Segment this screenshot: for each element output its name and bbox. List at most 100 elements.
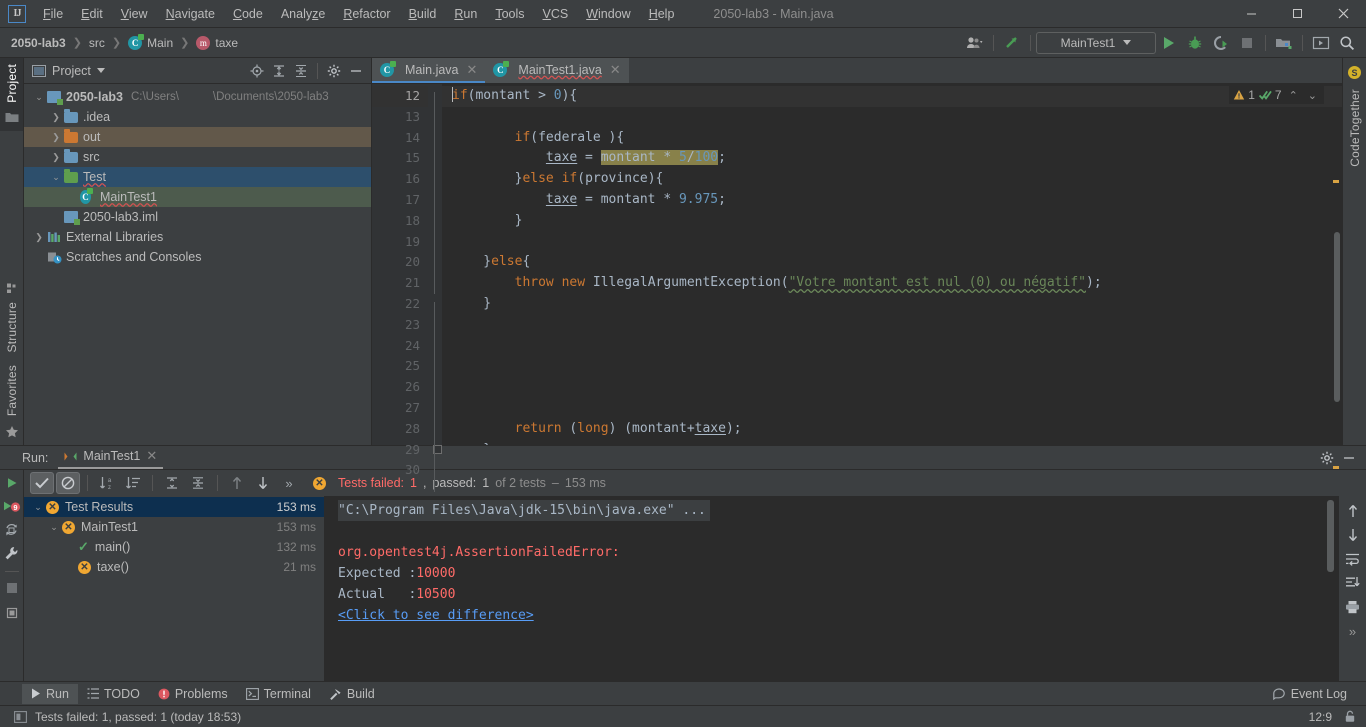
gutter-line-21[interactable]: 21 bbox=[372, 273, 428, 294]
gutter-line-15[interactable]: 15 bbox=[372, 148, 428, 169]
search-everywhere-icon[interactable] bbox=[1334, 31, 1360, 55]
bottom-tab-terminal[interactable]: Terminal bbox=[237, 684, 320, 704]
print-icon[interactable] bbox=[1345, 600, 1360, 614]
bottom-tab-build[interactable]: Build bbox=[320, 684, 384, 704]
scroll-down-icon[interactable] bbox=[1346, 528, 1360, 542]
close-icon[interactable]: ✕ bbox=[467, 62, 478, 78]
editor-tab-maintest1-java[interactable]: C MainTest1.java ✕ bbox=[485, 58, 629, 83]
code-line-18[interactable]: } bbox=[442, 211, 1342, 232]
gutter-line-26[interactable]: 26 bbox=[372, 377, 428, 398]
select-run-target-icon[interactable] bbox=[1308, 31, 1334, 55]
menu-view[interactable]: View bbox=[112, 3, 157, 25]
code-line-16[interactable]: }else if(province){ bbox=[442, 169, 1342, 190]
code-line-14[interactable]: if(federale ){ bbox=[442, 128, 1342, 149]
test-tree-item-test-results[interactable]: ⌄ ✕ Test Results 153 ms bbox=[24, 497, 324, 517]
locate-icon[interactable] bbox=[246, 60, 268, 82]
code-content[interactable]: if(montant > 0){ if(federale ){ taxe = m… bbox=[442, 84, 1342, 445]
code-line-22[interactable]: } bbox=[442, 294, 1342, 315]
vcs-update-icon[interactable] bbox=[999, 31, 1025, 55]
code-line-12[interactable]: if(montant > 0){ bbox=[442, 86, 1342, 107]
gutter-line-18[interactable]: 18 bbox=[372, 211, 442, 232]
menu-code[interactable]: Code bbox=[224, 3, 272, 25]
run-tab-maintest1[interactable]: MainTest1 ✕ bbox=[58, 446, 164, 469]
tool-window-button-structure[interactable]: Structure bbox=[5, 296, 19, 359]
editor-tab-main-java[interactable]: C Main.java ✕ bbox=[372, 58, 486, 83]
rerun-failed-icon[interactable]: 9 bbox=[3, 500, 21, 515]
editor-fold-bar[interactable] bbox=[428, 84, 442, 492]
gutter-line-22[interactable]: 22 bbox=[372, 294, 442, 315]
inspection-check-count[interactable]: 7 bbox=[1258, 88, 1282, 102]
breadcrumb-src[interactable]: src bbox=[86, 34, 108, 52]
run-with-coverage-button[interactable] bbox=[1208, 31, 1234, 55]
settings-wrench-icon[interactable] bbox=[4, 546, 19, 561]
bottom-tab-problems[interactable]: Problems bbox=[149, 684, 237, 704]
code-line-28[interactable]: return (long) (montant+taxe); bbox=[442, 419, 1342, 440]
bottom-tab-todo[interactable]: TODO bbox=[78, 684, 149, 704]
project-pane-title[interactable]: Project bbox=[32, 64, 105, 78]
expand-all-icon[interactable] bbox=[268, 60, 290, 82]
tool-window-button-project[interactable]: Project bbox=[5, 58, 19, 109]
gutter-line-25[interactable]: 25 bbox=[372, 356, 428, 377]
menu-tools[interactable]: Tools bbox=[486, 3, 533, 25]
close-icon[interactable]: ✕ bbox=[146, 448, 157, 464]
stop-icon[interactable] bbox=[6, 582, 18, 594]
gutter-line-17[interactable]: 17 bbox=[372, 190, 428, 211]
gutter-line-27[interactable]: 27 bbox=[372, 398, 428, 419]
inspection-widget[interactable]: 1 7 ⌃ ⌄ bbox=[1229, 86, 1324, 104]
code-line-27[interactable] bbox=[442, 398, 1342, 419]
menu-window[interactable]: Window bbox=[577, 3, 639, 25]
sort-by-duration-button[interactable] bbox=[121, 472, 145, 494]
project-tree-item-src[interactable]: ❯ src bbox=[24, 147, 371, 167]
debug-button[interactable] bbox=[1182, 31, 1208, 55]
maximize-button[interactable] bbox=[1274, 0, 1320, 28]
stop-button[interactable] bbox=[1234, 31, 1260, 55]
collapse-all-button[interactable] bbox=[186, 472, 210, 494]
console-line-5[interactable]: <Click to see difference> bbox=[338, 605, 1338, 626]
soft-wrap-icon[interactable] bbox=[1345, 552, 1360, 566]
code-line-29[interactable]: } bbox=[442, 440, 1342, 445]
test-tree-item-taxe[interactable]: ✕ taxe() 21 ms bbox=[24, 557, 324, 577]
editor-gutter[interactable]: 12−1314−151617181920−2122232425262728293… bbox=[372, 84, 442, 477]
hide-pane-icon[interactable] bbox=[1338, 447, 1360, 469]
code-line-26[interactable] bbox=[442, 377, 1342, 398]
gutter-line-29[interactable]: 29 bbox=[372, 440, 442, 461]
project-tree-item-maintest1[interactable]: C MainTest1 bbox=[24, 187, 371, 207]
code-line-19[interactable] bbox=[442, 232, 1342, 253]
settings-gear-icon[interactable] bbox=[323, 60, 345, 82]
click-to-see-difference-link[interactable]: <Click to see difference> bbox=[338, 608, 534, 623]
user-icon[interactable] bbox=[962, 31, 988, 55]
project-tree-item-2050-lab3-iml[interactable]: 2050-lab3.iml bbox=[24, 207, 371, 227]
menu-edit[interactable]: Edit bbox=[72, 3, 112, 25]
gutter-line-14[interactable]: 14− bbox=[372, 128, 442, 149]
gutter-line-20[interactable]: 20− bbox=[372, 252, 442, 273]
code-line-15[interactable]: taxe = montant * 5/100; bbox=[442, 148, 1342, 169]
hide-pane-icon[interactable] bbox=[345, 60, 367, 82]
menu-build[interactable]: Build bbox=[400, 3, 446, 25]
code-line-20[interactable]: }else{ bbox=[442, 252, 1342, 273]
gutter-line-13[interactable]: 13 bbox=[372, 107, 428, 128]
project-tree-item-2050-lab3[interactable]: ⌄ 2050-lab3 C:\Users\ \Documents\2050-lab3 bbox=[24, 87, 371, 107]
menu-help[interactable]: Help bbox=[640, 3, 684, 25]
code-line-21[interactable]: throw new IllegalArgumentException("Votr… bbox=[442, 273, 1342, 294]
gutter-line-28[interactable]: 28 bbox=[372, 419, 428, 440]
gutter-line-19[interactable]: 19 bbox=[372, 232, 428, 253]
tool-window-button-favorites[interactable]: Favorites bbox=[5, 359, 19, 422]
test-output-console[interactable]: "C:\Program Files\Java\jdk-15\bin\java.e… bbox=[324, 496, 1338, 681]
menu-navigate[interactable]: Navigate bbox=[157, 3, 224, 25]
minimize-button[interactable] bbox=[1228, 0, 1274, 28]
warning-count[interactable]: 1 bbox=[1233, 88, 1255, 102]
show-passed-tests-button[interactable] bbox=[30, 472, 54, 494]
next-failed-test-button[interactable] bbox=[251, 472, 275, 494]
event-log-button[interactable]: Event Log bbox=[1264, 684, 1356, 704]
hide-ignored-tests-button[interactable] bbox=[56, 472, 80, 494]
lock-icon[interactable] bbox=[1344, 710, 1356, 723]
caret-position[interactable]: 12:9 bbox=[1309, 710, 1332, 724]
chevron-down-icon[interactable]: ⌄ bbox=[49, 172, 63, 183]
expand-all-button[interactable] bbox=[160, 472, 184, 494]
collapse-all-icon[interactable] bbox=[290, 60, 312, 82]
gutter-line-12[interactable]: 12− bbox=[372, 86, 442, 107]
gutter-line-24[interactable]: 24 bbox=[372, 336, 428, 357]
editor-scrollbar[interactable] bbox=[1333, 84, 1341, 469]
code-line-24[interactable] bbox=[442, 336, 1342, 357]
menu-file[interactable]: File bbox=[34, 3, 72, 25]
